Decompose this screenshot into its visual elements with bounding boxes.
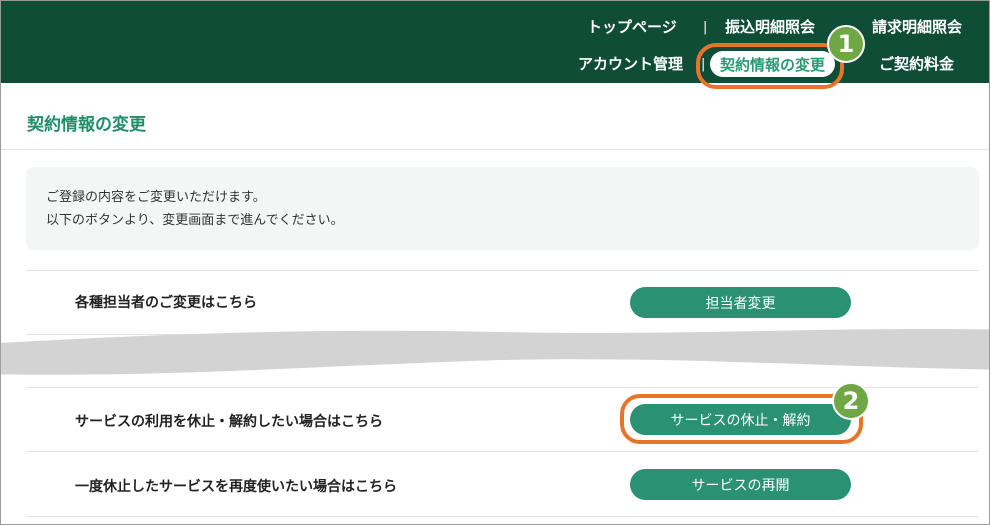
nav-separator: | [703, 20, 708, 35]
row-label-resume: 一度休止したサービスを再度使いたい場合はこちら [75, 479, 397, 495]
staff-change-button[interactable]: 担当者変更 [630, 287, 851, 318]
info-text-line: 以下のボタンより、変更画面まで進んでください。 [46, 213, 344, 228]
row-divider [26, 270, 979, 271]
nav-account-management[interactable]: アカウント管理 [578, 54, 683, 74]
row-divider [26, 516, 979, 517]
callout-badge-2: 2 [832, 382, 870, 420]
nav-contract-fee[interactable]: ご契約料金 [879, 54, 954, 74]
info-text-line: ご登録の内容をご変更いただけます。 [46, 190, 266, 205]
row-divider [26, 451, 979, 452]
nav-separator: | [701, 57, 706, 72]
row-label-suspend-cancel: サービスの利用を休止・解約したい場合はこちら [75, 414, 383, 430]
nav-contract-change[interactable]: 契約情報の変更 [710, 51, 835, 77]
nav-billing-statement[interactable]: 請求明細照会 [872, 17, 962, 37]
cut-gap-divider [1, 329, 989, 375]
page-title: 契約情報の変更 [27, 115, 146, 135]
nav-top-page[interactable]: トップページ [587, 17, 677, 37]
resume-service-button[interactable]: サービスの再開 [630, 469, 851, 500]
screenshot-frame: トップページ | 振込明細照会 請求明細照会 アカウント管理 | 契約情報の変更… [0, 0, 990, 525]
callout-badge-1: 1 [827, 25, 865, 63]
row-label-staff-change: 各種担当者のご変更はこちら [75, 295, 257, 311]
nav-transfer-statement[interactable]: 振込明細照会 [725, 17, 815, 37]
title-divider [1, 149, 989, 150]
suspend-cancel-button[interactable]: サービスの休止・解約 [630, 404, 851, 435]
info-box: ご登録の内容をご変更いただけます。 以下のボタンより、変更画面まで進んでください… [26, 167, 979, 250]
